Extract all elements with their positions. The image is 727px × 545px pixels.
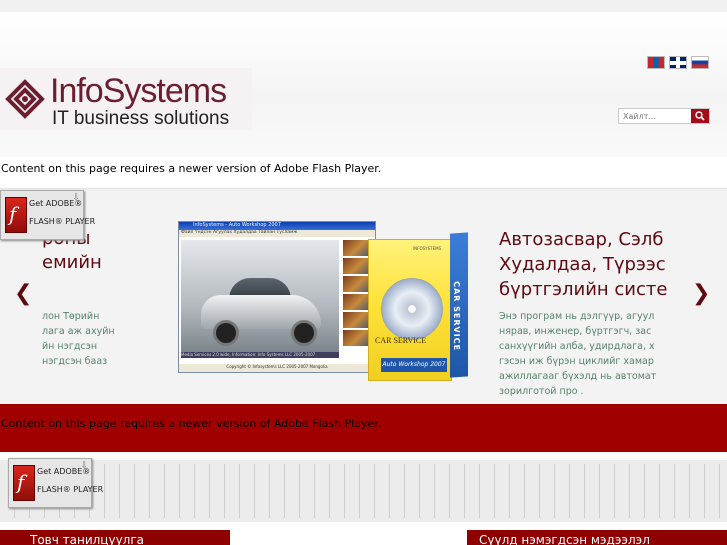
car-image — [181, 240, 339, 352]
get-flash-player-button[interactable]: f Get ADOBE® FLASH® PLAYER ⇩ — [8, 458, 103, 508]
latest-news-header: Сүүлд нэмэгдсэн мэдээлэл — [467, 530, 727, 545]
logo-mark-icon — [5, 79, 45, 119]
box-brand-label: INFOSYSTEMS — [413, 246, 442, 251]
download-arrow-icon: ⇩ — [80, 461, 88, 471]
search-button[interactable] — [691, 109, 709, 123]
search-input[interactable] — [619, 109, 691, 123]
slide-right-text: Энэ програм нь дэлгүүр, агуул нярав, инж… — [499, 311, 657, 397]
timeline-ticks — [0, 464, 727, 518]
timeline-strip — [0, 460, 727, 522]
screenshot-strip: Media Services 2.0 wide, Information: In… — [181, 352, 339, 358]
product-box: INFOSYSTEMS CAR SERVICE Auto Workshop 20… — [368, 231, 476, 381]
language-switcher — [647, 56, 709, 69]
search-box — [618, 108, 710, 124]
cd-disc-icon — [381, 278, 443, 340]
box-front: INFOSYSTEMS CAR SERVICE Auto Workshop 20… — [368, 239, 452, 381]
site-logo[interactable]: InfoSystems IT business solutions — [0, 68, 252, 130]
flash-required-message: Content on this page requires a newer ve… — [1, 162, 382, 175]
screenshot-menu: Файл Үндсэн Агуулах Худалдаа Тайлан Тусл… — [179, 230, 375, 237]
download-arrow-icon: ⇩ — [72, 193, 80, 203]
slide-left-text: лон Төрийн лага аж ахуйн йн нэгдсэн нэгд… — [42, 311, 115, 367]
slider-prev-arrow-icon[interactable]: ❮ — [14, 281, 32, 306]
box-side: CAR SERVICE — [450, 232, 468, 378]
screenshot-title-bar: InfoSystems - Auto Workshop 2007 — [179, 222, 375, 230]
box-side-label: CAR SERVICE — [452, 280, 461, 352]
top-band — [0, 0, 727, 12]
about-section-header: Товч танилцуулга — [0, 530, 230, 545]
get-flash-player-button[interactable]: f Get ADOBE® FLASH® PLAYER ⇩ — [0, 190, 95, 240]
flash-player-label: FLASH® PLAYER — [29, 217, 96, 226]
car-wheel — [291, 320, 317, 346]
slide-right-title: Автозасвар, Сэлб Худалдаа, Түрээс бүртгэ… — [499, 229, 668, 300]
flash-icon: f — [5, 197, 27, 233]
english-flag-icon[interactable] — [669, 56, 687, 69]
search-icon — [695, 111, 705, 121]
flash-icon: f — [13, 465, 35, 501]
car-wheel — [213, 320, 239, 346]
feature-slider: роны емийн лон Төрийн лага аж ахуйн йн н… — [0, 188, 727, 404]
flash-banner-area: Content on this page requires a newer ve… — [0, 404, 727, 452]
slider-next-arrow-icon[interactable]: ❯ — [692, 281, 710, 306]
logo-tagline: IT business solutions — [52, 108, 230, 129]
box-subtitle: Auto Workshop 2007 — [381, 358, 447, 372]
flash-player-label: FLASH® PLAYER — [37, 485, 104, 494]
mongolian-flag-icon[interactable] — [647, 56, 665, 69]
flash-required-message: Content on this page requires a newer ve… — [1, 417, 382, 430]
logo-name: InfoSystems — [50, 72, 227, 110]
product-screenshot: InfoSystems - Auto Workshop 2007 Файл Үн… — [178, 221, 376, 373]
russian-flag-icon[interactable] — [691, 56, 709, 69]
screenshot-status: Copyright © Infosystems LLC 2005-2007 Mo… — [179, 364, 375, 372]
box-title: CAR SERVICE — [375, 336, 427, 345]
